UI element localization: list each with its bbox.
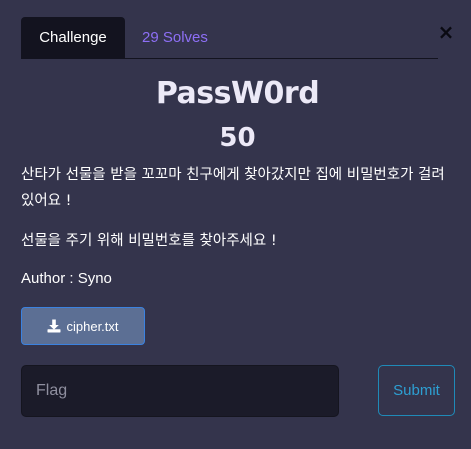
tab-solves[interactable]: 29 Solves: [142, 17, 208, 58]
challenge-title: PassW0rd: [155, 76, 320, 111]
challenge-tabs: Challenge 29 Solves: [21, 17, 438, 59]
challenge-points: 50: [219, 123, 256, 153]
tab-challenge[interactable]: Challenge: [21, 17, 125, 58]
file-name: cipher.txt: [66, 318, 119, 334]
download-file-button[interactable]: cipher.txt: [21, 307, 145, 345]
challenge-description-line-1: 산타가 선물을 받을 꼬꼬마 친구에게 찾아갔지만 집에 비밀번호가 걸려있어요…: [21, 167, 445, 209]
flag-input[interactable]: [21, 365, 339, 417]
close-icon[interactable]: ×: [437, 22, 455, 42]
challenge-description-line-2: 선물을 주기 위해 비밀번호를 찾아주세요 !: [21, 233, 277, 249]
challenge-author: Author : Syno: [21, 270, 112, 287]
submit-button[interactable]: Submit: [378, 365, 455, 416]
challenge-modal: Challenge 29 Solves × PassW0rd 50 산타가 선물…: [0, 0, 471, 449]
download-icon: [47, 319, 61, 333]
